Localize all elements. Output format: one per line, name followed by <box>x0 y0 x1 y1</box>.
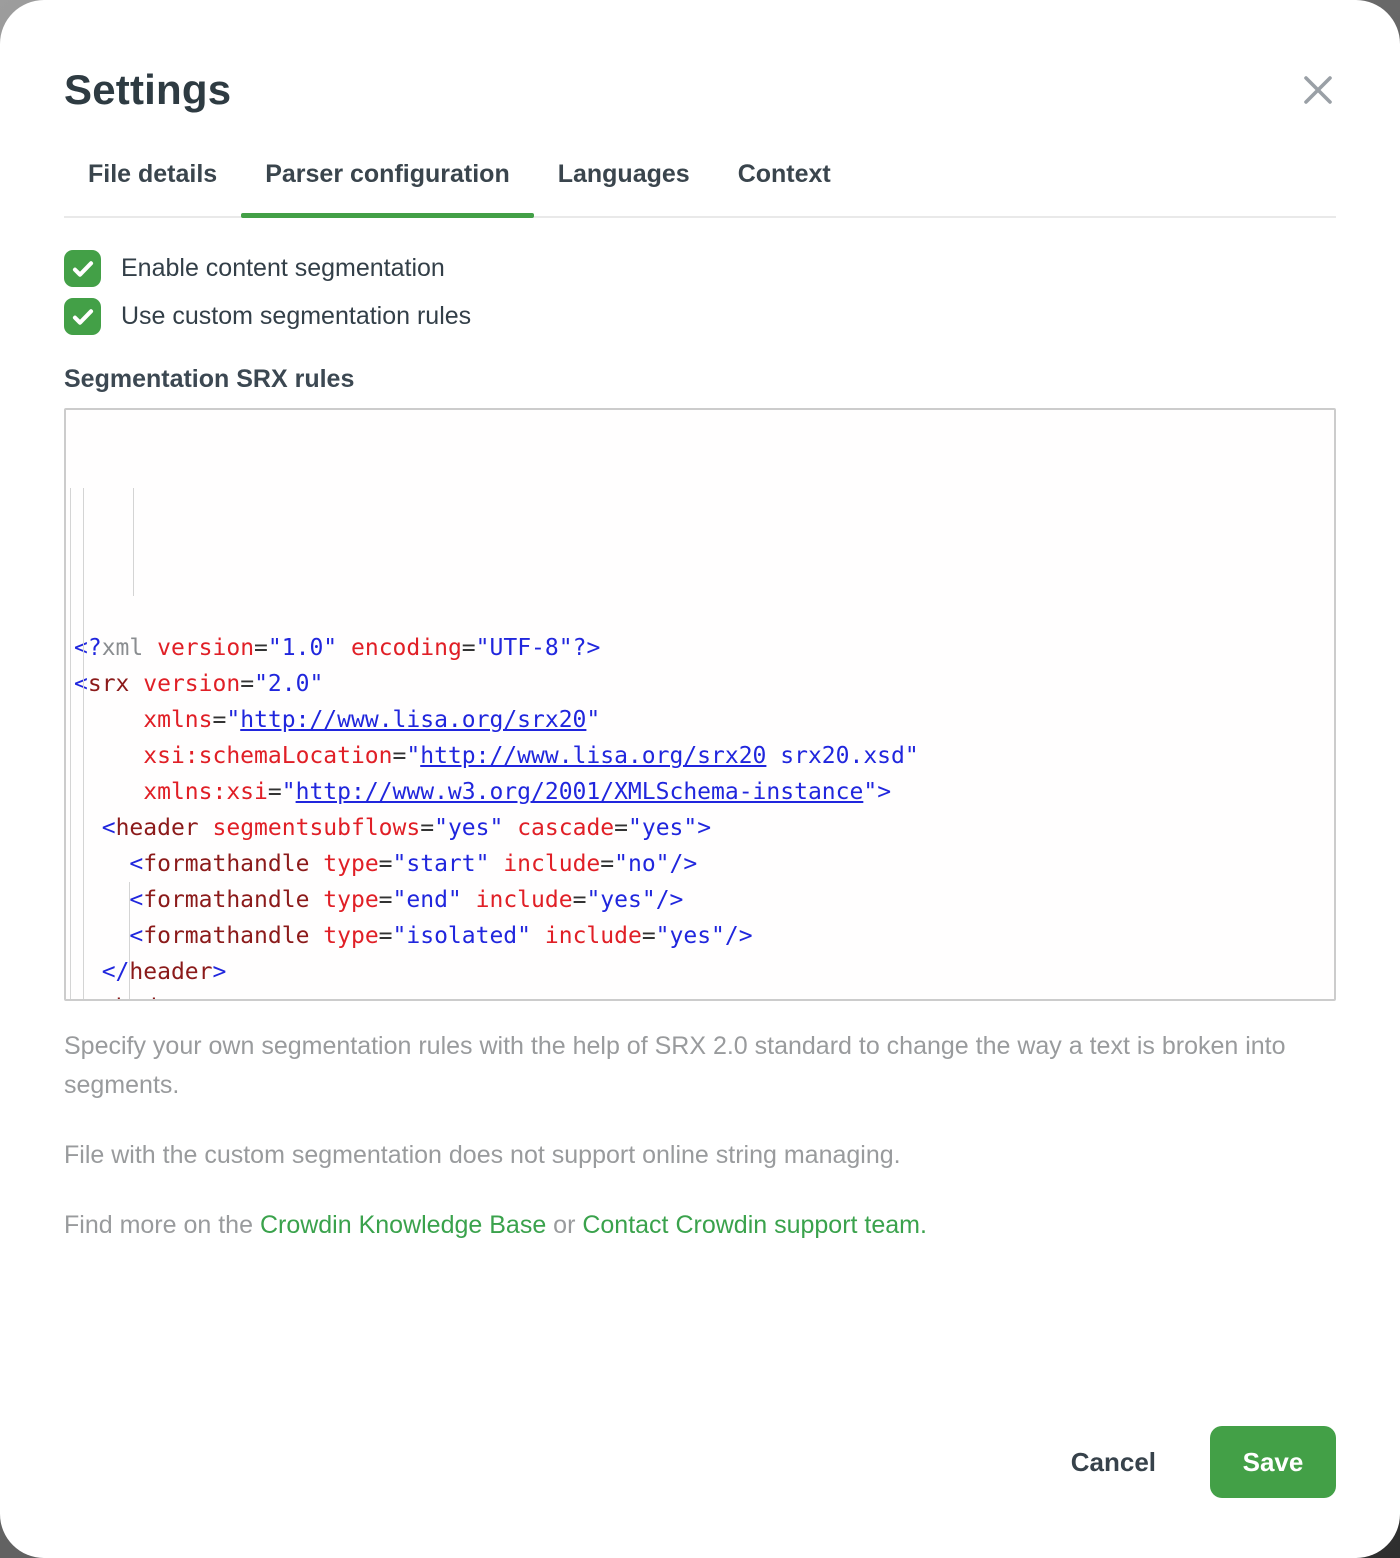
help-paragraph-online-managing: File with the custom segmentation does n… <box>64 1136 1336 1175</box>
code-line: <body> <box>74 990 1334 1001</box>
help-paragraph-find-more: Find more on the Crowdin Knowledge Base … <box>64 1206 1336 1245</box>
code-line: xsi:schemaLocation="http://www.lisa.org/… <box>74 738 1334 774</box>
help-paragraph-segmentation: Specify your own segmentation rules with… <box>64 1027 1336 1105</box>
dialog-header: Settings <box>0 0 1400 114</box>
checkbox-label: Enable content segmentation <box>121 254 445 283</box>
save-button[interactable]: Save <box>1210 1426 1336 1498</box>
checkbox-row-use-custom-segmentation-rules[interactable]: Use custom segmentation rules <box>64 298 1336 335</box>
code-line: <formathandle type="start" include="no"/… <box>74 846 1334 882</box>
cancel-button[interactable]: Cancel <box>1057 1437 1170 1488</box>
indent-guide <box>83 488 84 999</box>
srx-rules-editor[interactable]: <?xml version="1.0" encoding="UTF-8"?><s… <box>64 408 1336 1001</box>
tab-bar: File detailsParser configurationLanguage… <box>64 160 1336 218</box>
code-line: <formathandle type="isolated" include="y… <box>74 918 1334 954</box>
dialog-footer: Cancel Save <box>1057 1426 1336 1498</box>
code-line: <header segmentsubflows="yes" cascade="y… <box>74 810 1334 846</box>
checkbox-row-enable-content-segmentation[interactable]: Enable content segmentation <box>64 250 1336 287</box>
code-line: </header> <box>74 954 1334 990</box>
checkbox-label: Use custom segmentation rules <box>121 302 471 331</box>
check-icon <box>64 298 101 335</box>
find-more-prefix: Find more on the <box>64 1211 260 1239</box>
indent-guide <box>129 882 130 999</box>
tab-file-details[interactable]: File details <box>64 160 241 216</box>
code-line: <?xml version="1.0" encoding="UTF-8"?> <box>74 630 1334 666</box>
page-title: Settings <box>64 66 231 114</box>
tab-languages[interactable]: Languages <box>534 160 714 216</box>
editor-label: Segmentation SRX rules <box>64 365 1336 394</box>
checkbox-group: Enable content segmentation Use custom se… <box>64 250 1336 335</box>
help-text-block: Specify your own segmentation rules with… <box>64 1027 1336 1245</box>
contact-support-link[interactable]: Contact Crowdin support team <box>582 1211 920 1239</box>
code-line: <formathandle type="end" include="yes"/> <box>74 882 1334 918</box>
check-icon <box>64 250 101 287</box>
code-line: xmlns="http://www.lisa.org/srx20" <box>74 702 1334 738</box>
settings-dialog: Settings File detailsParser configuratio… <box>0 0 1400 1558</box>
code-line: <srx version="2.0" <box>74 666 1334 702</box>
indent-guide <box>70 488 71 999</box>
find-more-middle: or <box>546 1211 582 1239</box>
tab-context[interactable]: Context <box>714 160 855 216</box>
tab-parser-configuration[interactable]: Parser configuration <box>241 160 534 216</box>
knowledge-base-link[interactable]: Crowdin Knowledge Base <box>260 1211 546 1239</box>
close-icon[interactable] <box>1300 72 1336 108</box>
code-line: xmlns:xsi="http://www.w3.org/2001/XMLSch… <box>74 774 1334 810</box>
find-more-suffix: . <box>920 1211 927 1239</box>
indent-guide <box>133 488 134 596</box>
